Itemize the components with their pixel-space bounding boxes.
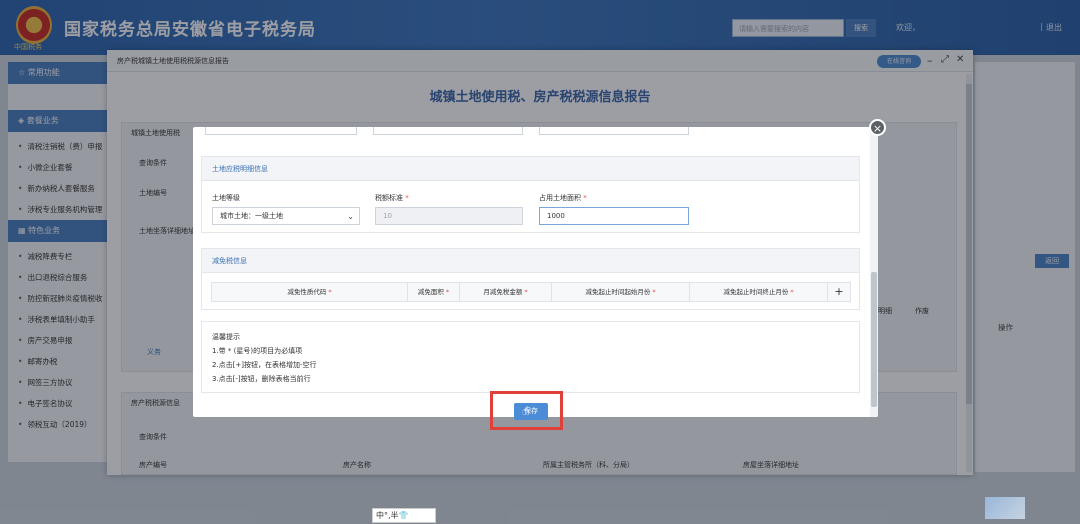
scrollbar-thumb[interactable] (871, 272, 877, 407)
tips-section: 温馨提示 1.带 * (星号)的项目为必填项 2.点击[+]按钮，在表格增加-空… (201, 321, 860, 393)
land-grade-select[interactable]: 城市土地：一级土地 ⌄ (212, 207, 360, 225)
modal-scrollbar[interactable] (870, 127, 878, 417)
tax-standard-label: 税额标准 * (375, 194, 409, 202)
tips-title: 温馨提示 (212, 333, 240, 341)
ime-indicator[interactable]: 中°,半👕 (372, 508, 436, 523)
hidden-field[interactable] (373, 127, 523, 135)
add-row-button[interactable]: + (828, 283, 850, 301)
land-tax-detail-section: 土地应税明细信息 土地等级 城市土地：一级土地 ⌄ 税额标准 * 10 占用土地面… (201, 156, 860, 233)
col-relief-area: 减免面积 * (408, 283, 460, 301)
section-title: 减免税信息 (202, 249, 859, 273)
relief-table-header: 减免性质代码 * 减免面积 * 月减免税金额 * 减免起止时间起始月份 * 减免… (211, 282, 851, 302)
save-button[interactable]: 保存 (514, 403, 548, 420)
land-grade-label: 土地等级 (212, 194, 240, 202)
tips-line: 1.带 * (星号)的项目为必填项 (212, 347, 303, 355)
tax-relief-section: 减免税信息 减免性质代码 * 减免面积 * 月减免税金额 * 减免起止时间起始月… (201, 248, 860, 310)
ime-text: 中°,半👕 (376, 511, 409, 520)
tips-line: 2.点击[+]按钮，在表格增加-空行 (212, 361, 317, 369)
tax-standard-field: 10 (375, 207, 523, 225)
land-area-input[interactable]: 1000 (539, 207, 689, 225)
tips-line: 3.点击[-]按钮，删除表格当前行 (212, 375, 311, 383)
col-start-month: 减免起止时间起始月份 * (552, 283, 690, 301)
chevron-down-icon: ⌄ (347, 212, 354, 221)
section-title: 土地应税明细信息 (202, 157, 859, 181)
col-monthly-relief: 月减免税金额 * (460, 283, 552, 301)
land-tax-detail-modal: 土地应税明细信息 土地等级 城市土地：一级土地 ⌄ 税额标准 * 10 占用土地面… (193, 127, 878, 417)
close-icon[interactable]: × (869, 119, 886, 136)
hidden-field[interactable] (539, 127, 689, 135)
watermark-logo (985, 497, 1025, 519)
col-end-month: 减免起止时间终止月份 * (690, 283, 828, 301)
hand-cursor-icon: ☝ (522, 404, 530, 418)
area-label: 占用土地面积 * (539, 194, 587, 202)
col-relief-code: 减免性质代码 * (212, 283, 408, 301)
hidden-field[interactable] (205, 127, 357, 135)
